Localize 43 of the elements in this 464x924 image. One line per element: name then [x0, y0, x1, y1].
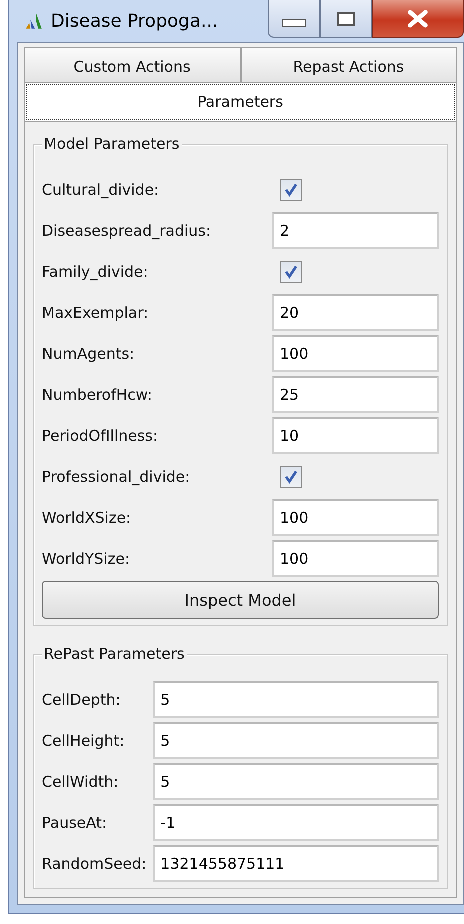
close-icon	[407, 10, 429, 28]
field-label: Diseasespread_radius:	[42, 222, 212, 240]
field-label: WorldXSize:	[42, 508, 132, 526]
field-label: Cultural_divide:	[42, 180, 160, 198]
input-field[interactable]: 100	[272, 499, 439, 536]
input-field[interactable]: 25	[272, 376, 439, 413]
tab[interactable]: Parameters	[24, 82, 457, 122]
field-label: MaxExemplar:	[42, 304, 150, 322]
checkmark-icon	[283, 182, 299, 198]
close-button[interactable]	[372, 0, 464, 38]
input-field[interactable]: 5	[152, 763, 439, 800]
input-field[interactable]: 100	[272, 540, 439, 577]
field-label: NumAgents:	[42, 344, 136, 362]
checkbox[interactable]	[280, 178, 302, 200]
checkbox[interactable]	[280, 466, 302, 488]
field-label: Family_divide:	[42, 262, 150, 280]
tab[interactable]: Repast Actions	[240, 47, 457, 82]
input-field[interactable]: 10	[272, 417, 439, 454]
field-label: NumberofHcw:	[42, 386, 154, 404]
input-field[interactable]: 100	[272, 335, 439, 372]
tab[interactable]: Custom Actions	[24, 47, 240, 82]
input-field[interactable]: -1	[152, 804, 439, 841]
window-title: Disease Propoga...	[51, 10, 218, 32]
field-label: CellHeight:	[42, 732, 126, 750]
input-field[interactable]: 5	[152, 681, 439, 718]
maximize-button[interactable]	[320, 0, 372, 38]
checkmark-icon	[283, 264, 299, 280]
field-label: WorldYSize:	[42, 550, 131, 568]
field-label: CellDepth:	[42, 690, 122, 708]
field-label: Professional_divide:	[42, 468, 192, 486]
checkbox[interactable]	[280, 260, 302, 282]
input-field[interactable]: 20	[272, 294, 439, 331]
field-label: CellWidth:	[42, 772, 120, 790]
input-field[interactable]: 2	[272, 212, 439, 249]
checkmark-icon	[283, 468, 299, 484]
field-label: PauseAt:	[42, 814, 108, 832]
input-field[interactable]: 1321455875111	[152, 845, 439, 882]
field-label: PeriodOfIllness:	[42, 426, 160, 444]
minimize-button[interactable]	[268, 0, 320, 38]
app-icon	[25, 12, 43, 30]
field-label: RandomSeed:	[42, 854, 147, 872]
inspect-button[interactable]: Inspect Model	[42, 581, 439, 619]
input-field[interactable]: 5	[152, 722, 439, 759]
